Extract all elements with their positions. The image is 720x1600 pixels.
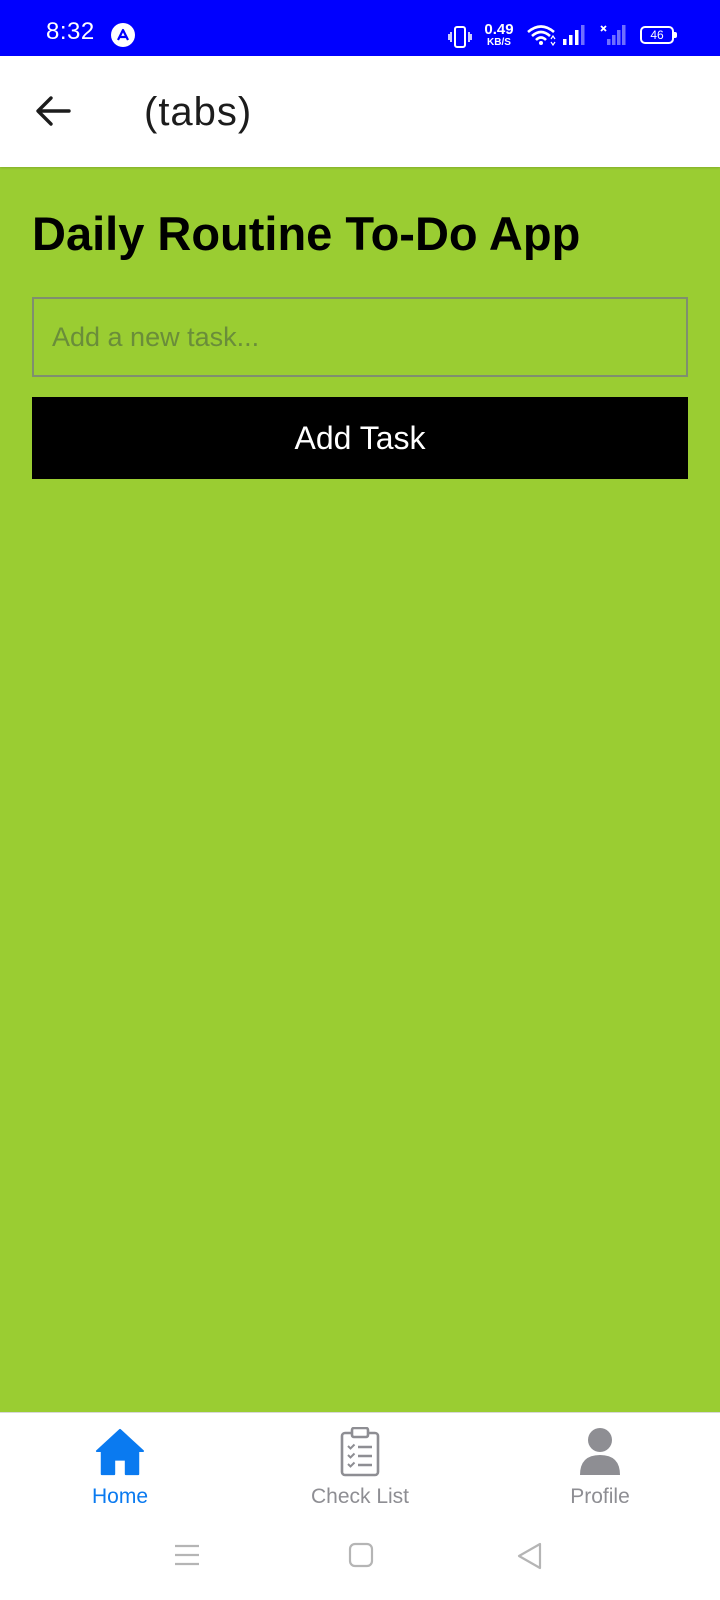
back-button[interactable]: [26, 84, 80, 138]
arrow-left-icon: [36, 96, 71, 126]
tab-label: Check List: [310, 1485, 410, 1508]
tab-home[interactable]: Home: [0, 1413, 240, 1522]
no-signal-icon: [600, 24, 626, 51]
app-header: (tabs): [0, 56, 720, 167]
app-notification-icon: [110, 22, 135, 47]
signal-strength-icon: [562, 24, 588, 51]
network-speed-unit: KB/S: [487, 37, 511, 48]
tab-label: Profile: [570, 1485, 630, 1508]
menu-icon[interactable]: [174, 1542, 200, 1573]
system-nav-bar: [0, 1522, 720, 1600]
clipboard-list-icon: [335, 1425, 385, 1479]
network-speed-value: 0.49: [484, 21, 514, 38]
battery-indicator: 46: [640, 26, 677, 44]
tab-label: Home: [91, 1485, 149, 1508]
tab-profile[interactable]: Profile: [480, 1413, 720, 1522]
home-icon: [95, 1425, 145, 1479]
header-title: (tabs): [144, 90, 253, 134]
vibrate-icon: [448, 26, 472, 53]
home-nav-icon[interactable]: [348, 1542, 374, 1573]
status-time: 8:32: [46, 18, 95, 45]
tab-check-list[interactable]: Check List: [240, 1413, 480, 1522]
back-nav-icon[interactable]: [516, 1542, 544, 1575]
add-task-button[interactable]: Add Task: [32, 397, 688, 479]
new-task-input[interactable]: [32, 297, 688, 377]
person-icon: [575, 1425, 625, 1479]
status-bar: 8:32 0.49 KB/S 46: [0, 0, 720, 56]
wifi-icon: [526, 24, 556, 51]
network-speed: 0.49 KB/S: [482, 22, 516, 48]
bottom-tab-bar: Home Check List Profile: [0, 1412, 720, 1522]
page-title: Daily Routine To-Do App: [32, 207, 581, 260]
